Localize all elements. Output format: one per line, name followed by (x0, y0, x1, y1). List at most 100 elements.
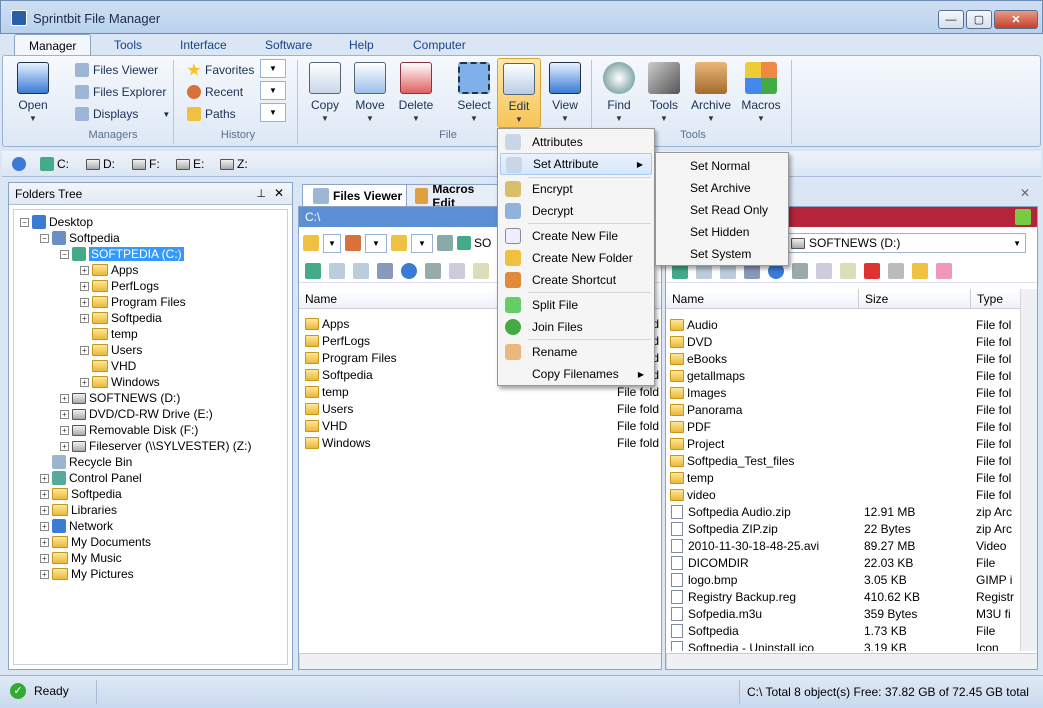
favorites-icon[interactable] (303, 235, 319, 251)
delete-button[interactable]: Delete ▼ (394, 58, 438, 128)
history-icon[interactable] (345, 235, 361, 251)
tree-node[interactable]: + My Pictures (40, 566, 134, 582)
tree-node[interactable]: − Softpedia (40, 230, 120, 246)
details-view-icon[interactable] (353, 262, 369, 279)
recent-dropdown[interactable]: ▼ (260, 81, 286, 100)
list-item[interactable]: Sofpedia.m3u 359 Bytes M3U fi (670, 605, 1020, 622)
column-size[interactable]: Size (858, 289, 894, 309)
list-item[interactable]: Softpedia Audio.zip 12.91 MB zip Arc (670, 503, 1020, 520)
tree-node[interactable]: + Network (40, 518, 113, 534)
vertical-scrollbar[interactable] (1020, 289, 1037, 651)
list-item[interactable]: Registry Backup.reg 410.62 KB Registr (670, 588, 1020, 605)
computer-icon[interactable] (437, 235, 453, 251)
menu-item-join-files[interactable]: Join Files (500, 316, 652, 338)
list-item[interactable]: VHD File fold (305, 417, 661, 434)
find-button[interactable]: Find ▼ (597, 58, 641, 128)
copy-button[interactable]: Copy ▼ (303, 58, 347, 128)
tree-node[interactable]: + Removable Disk (F:) (60, 422, 198, 438)
menu-item-attributes[interactable]: Attributes (500, 131, 652, 153)
menu-item-create-shortcut[interactable]: Create Shortcut (500, 269, 652, 291)
list-item[interactable]: Windows File fold (305, 434, 661, 451)
files-explorer-button[interactable]: Files Explorer (75, 83, 166, 101)
drive-z-button[interactable]: Z: (220, 156, 248, 172)
maximize-button[interactable]: ▢ (966, 10, 992, 29)
menu-item-rename[interactable]: Rename (500, 341, 652, 363)
right-drive-select[interactable]: SOFTNEWS (D:) ▼ (786, 233, 1026, 253)
menu-item-create-new-folder[interactable]: Create New Folder (500, 247, 652, 269)
macros-button[interactable]: Macros ▼ (739, 58, 783, 128)
tree-node[interactable]: − Desktop (20, 214, 93, 230)
menu-item-set-archive[interactable]: Set Archive (658, 177, 786, 199)
recent-button[interactable]: Recent (187, 83, 243, 101)
new-folder-icon[interactable] (912, 262, 928, 279)
paths-dropdown[interactable]: ▼ (260, 103, 286, 122)
dropdown[interactable]: ▼ (411, 233, 433, 253)
tab-tools[interactable]: Tools (100, 34, 156, 56)
tree-node[interactable]: + Windows (80, 374, 160, 390)
list-item[interactable]: Project File fol (670, 435, 1020, 452)
close-button[interactable]: ✕ (994, 10, 1038, 29)
tab-software[interactable]: Software (251, 34, 326, 56)
tab-interface[interactable]: Interface (166, 34, 241, 56)
list-item[interactable]: Softpedia_Test_files File fol (670, 452, 1020, 469)
close-tab-icon[interactable]: ✕ (1020, 186, 1030, 200)
pin-icon[interactable]: ⊥ (256, 187, 266, 200)
list-item[interactable]: getallmaps File fol (670, 367, 1020, 384)
tab-manager[interactable]: Manager (14, 34, 92, 56)
tab-help[interactable]: Help (335, 34, 388, 56)
tree-node[interactable]: + DVD/CD-RW Drive (E:) (60, 406, 213, 422)
paths-button[interactable]: Paths (187, 105, 236, 123)
list-item[interactable]: video File fol (670, 486, 1020, 503)
select-all-icon[interactable] (377, 262, 393, 279)
refresh-icon[interactable] (1015, 209, 1031, 225)
tree-node[interactable]: − SOFTPEDIA (C:) (60, 246, 184, 262)
tree-node[interactable]: + PerfLogs (80, 278, 159, 294)
menu-item-split-file[interactable]: Split File (500, 294, 652, 316)
refresh-button[interactable] (12, 156, 26, 172)
menu-item-set-read-only[interactable]: Set Read Only (658, 199, 786, 221)
list-item[interactable]: Audio File fol (670, 316, 1020, 333)
list-item[interactable]: 2010-11-30-18-48-25.avi 89.27 MB Video (670, 537, 1020, 554)
list-item[interactable]: Images File fol (670, 384, 1020, 401)
tree-node[interactable]: + My Music (40, 550, 122, 566)
tree-node[interactable]: + Users (80, 342, 142, 358)
favorites-dropdown[interactable]: ▼ (260, 59, 286, 78)
select-button[interactable]: Select ▼ (452, 58, 496, 128)
tab-computer[interactable]: Computer (399, 34, 480, 56)
view-button[interactable]: View ▼ (543, 58, 587, 128)
tree-node[interactable]: + Program Files (80, 294, 186, 310)
tree-node[interactable]: + Control Panel (40, 470, 142, 486)
tree-node[interactable]: + Fileserver (\\SYLVESTER) (Z:) (60, 438, 251, 454)
cut-icon[interactable] (792, 262, 808, 279)
list-item[interactable]: Users File fold (305, 400, 661, 417)
drive-f-button[interactable]: F: (132, 156, 160, 172)
paths-icon[interactable] (391, 235, 407, 251)
refresh-icon[interactable] (401, 262, 417, 279)
list-item[interactable]: eBooks File fol (670, 350, 1020, 367)
left-drive-select[interactable]: SO (457, 236, 491, 250)
column-name[interactable]: Name (672, 292, 704, 306)
menu-item-create-new-file[interactable]: Create New File (500, 225, 652, 247)
tree-node[interactable]: + Apps (80, 262, 138, 278)
tree-node[interactable]: + My Documents (40, 534, 151, 550)
open-button[interactable]: Open ▼ (11, 58, 55, 128)
list-item[interactable]: DICOMDIR 22.03 KB File (670, 554, 1020, 571)
cut-icon[interactable] (425, 262, 441, 279)
trash-icon[interactable] (888, 262, 904, 279)
paste-icon[interactable] (473, 262, 489, 279)
copy-icon[interactable] (816, 262, 832, 279)
menu-item-decrypt[interactable]: Decrypt (500, 200, 652, 222)
tools-button[interactable]: Tools ▼ (642, 58, 686, 128)
menu-item-set-normal[interactable]: Set Normal (658, 155, 786, 177)
dropdown[interactable]: ▼ (323, 233, 341, 253)
displays-button[interactable]: Displays ▼ (75, 105, 170, 123)
drive-c-button[interactable]: C: (40, 156, 69, 172)
list-item[interactable]: temp File fol (670, 469, 1020, 486)
tree-node[interactable]: + Libraries (40, 502, 117, 518)
column-type[interactable]: Type (970, 289, 1009, 309)
list-item[interactable]: logo.bmp 3.05 KB GIMP i (670, 571, 1020, 588)
menu-item-copy-filenames[interactable]: Copy Filenames ▶ (500, 363, 652, 385)
close-panel-icon[interactable]: ✕ (274, 186, 284, 200)
move-button[interactable]: Move ▼ (348, 58, 392, 128)
tab-macros-edit[interactable]: Macros Edit (406, 184, 498, 206)
